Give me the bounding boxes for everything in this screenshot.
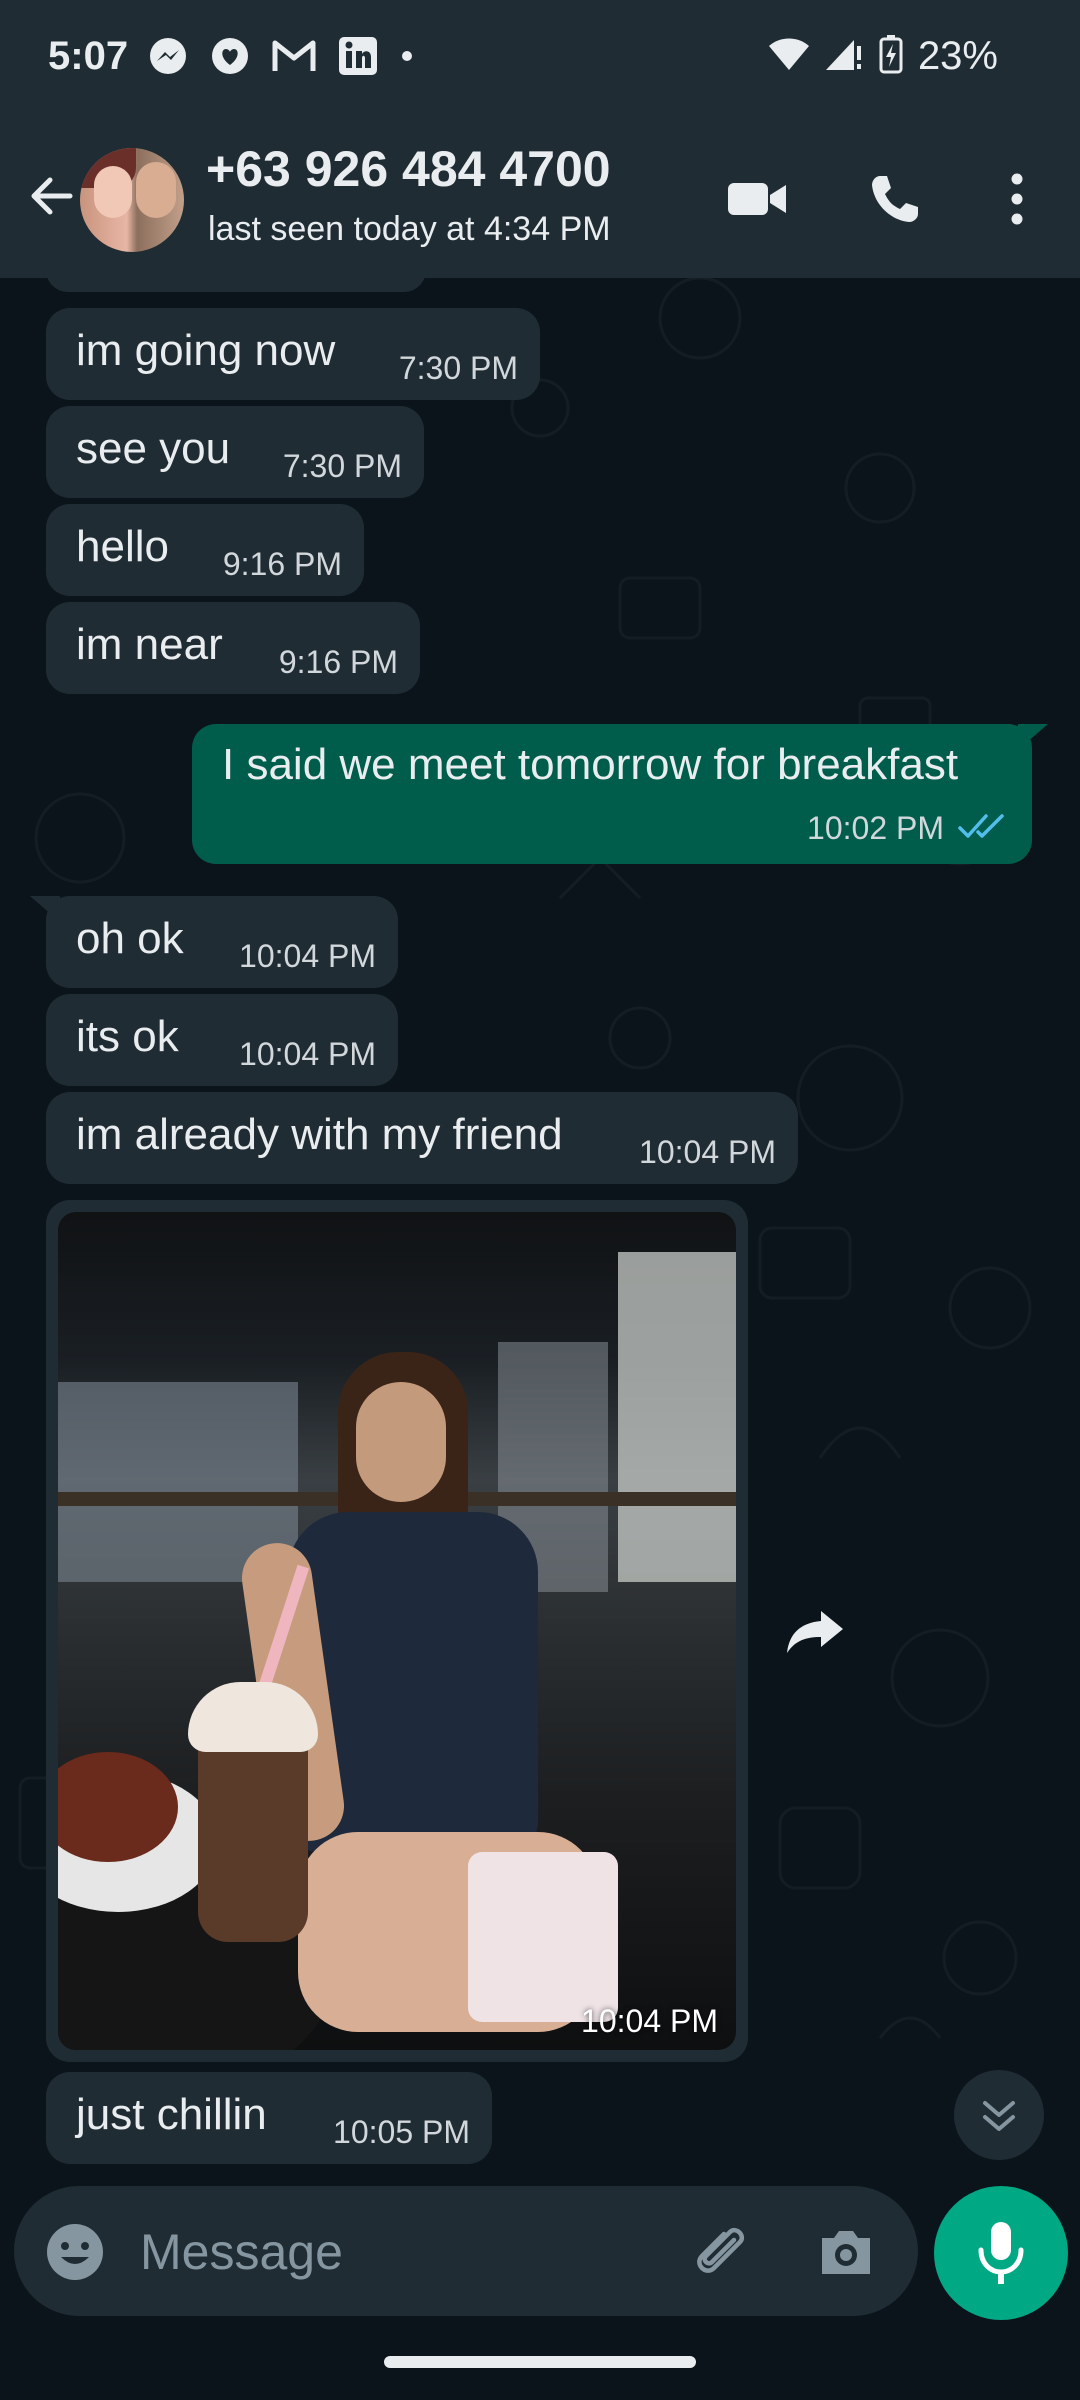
battery-percent: 23% <box>917 34 998 78</box>
contact-avatar[interactable] <box>80 148 184 252</box>
message-bubble-outgoing[interactable]: I said we meet tomorrow for breakfast 10… <box>192 724 1048 864</box>
video-camera-icon <box>728 183 786 215</box>
message-text: oh ok <box>76 914 184 963</box>
voice-call-button[interactable] <box>860 164 930 234</box>
phone-icon <box>872 176 918 222</box>
microphone-icon <box>978 2222 1024 2284</box>
gesture-nav-bar[interactable] <box>384 2356 696 2368</box>
message-text: I said we meet tomorrow for breakfast <box>222 740 959 789</box>
message-bubble-incoming[interactable]: its ok 10:04 PM <box>46 994 398 1086</box>
message-text: im near <box>76 620 223 669</box>
message-text: im already with my friend <box>76 1110 563 1159</box>
paperclip-icon <box>697 2227 745 2273</box>
message-time: 9:16 PM <box>222 546 342 582</box>
message-time: 10:04 PM <box>239 1036 376 1072</box>
linkedin-icon <box>338 36 378 81</box>
voice-message-button[interactable] <box>934 2186 1068 2320</box>
gmail-icon <box>272 38 316 79</box>
messenger-icon <box>148 36 188 81</box>
message-time: 10:04 PM <box>581 2003 718 2039</box>
message-text: its ok <box>76 1012 179 1061</box>
message-time: 7:30 PM <box>282 448 402 484</box>
back-button[interactable] <box>22 166 82 226</box>
photo-message-bubble[interactable]: 10:04 PM <box>46 1200 748 2062</box>
forward-arrow-icon <box>787 1611 843 1653</box>
message-time: 10:02 PM <box>807 810 944 846</box>
camera-icon <box>822 2231 870 2274</box>
camera-button[interactable] <box>814 2220 878 2284</box>
message-time: 10:05 PM <box>333 2114 470 2150</box>
battery-charging-icon <box>878 34 904 79</box>
message-list[interactable]: im going now 7:30 PM see you 7:30 PM hel… <box>0 278 1080 2180</box>
last-seen-status: last seen today at 4:34 PM <box>208 210 611 248</box>
emoji-button[interactable] <box>44 2221 106 2283</box>
message-time: 10:04 PM <box>639 1134 776 1170</box>
more-options-button[interactable] <box>982 164 1052 234</box>
forward-button[interactable] <box>780 1596 850 1666</box>
message-bubble-incoming[interactable]: just chillin 10:05 PM <box>46 2072 492 2164</box>
message-bubble-incoming[interactable]: im near 9:16 PM <box>46 602 420 694</box>
notification-icons <box>148 36 414 81</box>
message-bubble-incoming[interactable]: im already with my friend 10:04 PM <box>46 1092 798 1184</box>
chat-header: +63 926 484 4700 last seen today at 4:34… <box>0 118 1080 278</box>
message-time: 7:30 PM <box>398 350 518 386</box>
wifi-icon <box>768 36 810 77</box>
kebab-menu-icon <box>1011 173 1023 225</box>
message-bubble-clipped[interactable] <box>46 278 426 292</box>
message-text: im going now <box>76 326 336 375</box>
scroll-to-bottom-button[interactable] <box>954 2070 1044 2160</box>
message-input[interactable] <box>138 2216 682 2288</box>
signal-icon <box>824 36 864 77</box>
message-text: just chillin <box>76 2090 267 2139</box>
contact-name[interactable]: +63 926 484 4700 <box>206 140 611 198</box>
double-check-read-icon <box>958 812 1008 847</box>
double-chevron-down-icon <box>983 2101 1015 2131</box>
dot-icon <box>400 49 414 68</box>
message-composer <box>14 2186 918 2316</box>
message-time: 10:04 PM <box>239 938 376 974</box>
message-time: 9:16 PM <box>278 644 398 680</box>
photo-attachment[interactable]: 10:04 PM <box>58 1212 736 2050</box>
status-time: 5:07 <box>48 34 129 78</box>
message-bubble-incoming[interactable]: oh ok 10:04 PM <box>30 896 398 988</box>
message-bubble-incoming[interactable]: see you 7:30 PM <box>46 406 424 498</box>
attach-button[interactable] <box>690 2220 754 2284</box>
message-bubble-incoming[interactable]: hello 9:16 PM <box>46 504 364 596</box>
status-bar: 5:07 23% <box>0 0 1080 118</box>
message-text: see you <box>76 424 231 473</box>
message-text: hello <box>76 522 169 571</box>
heart-chat-icon <box>210 36 250 81</box>
system-indicators: 23% <box>768 34 998 79</box>
message-bubble-incoming[interactable]: im going now 7:30 PM <box>46 308 540 400</box>
emoji-icon <box>47 2224 103 2280</box>
video-call-button[interactable] <box>722 164 792 234</box>
